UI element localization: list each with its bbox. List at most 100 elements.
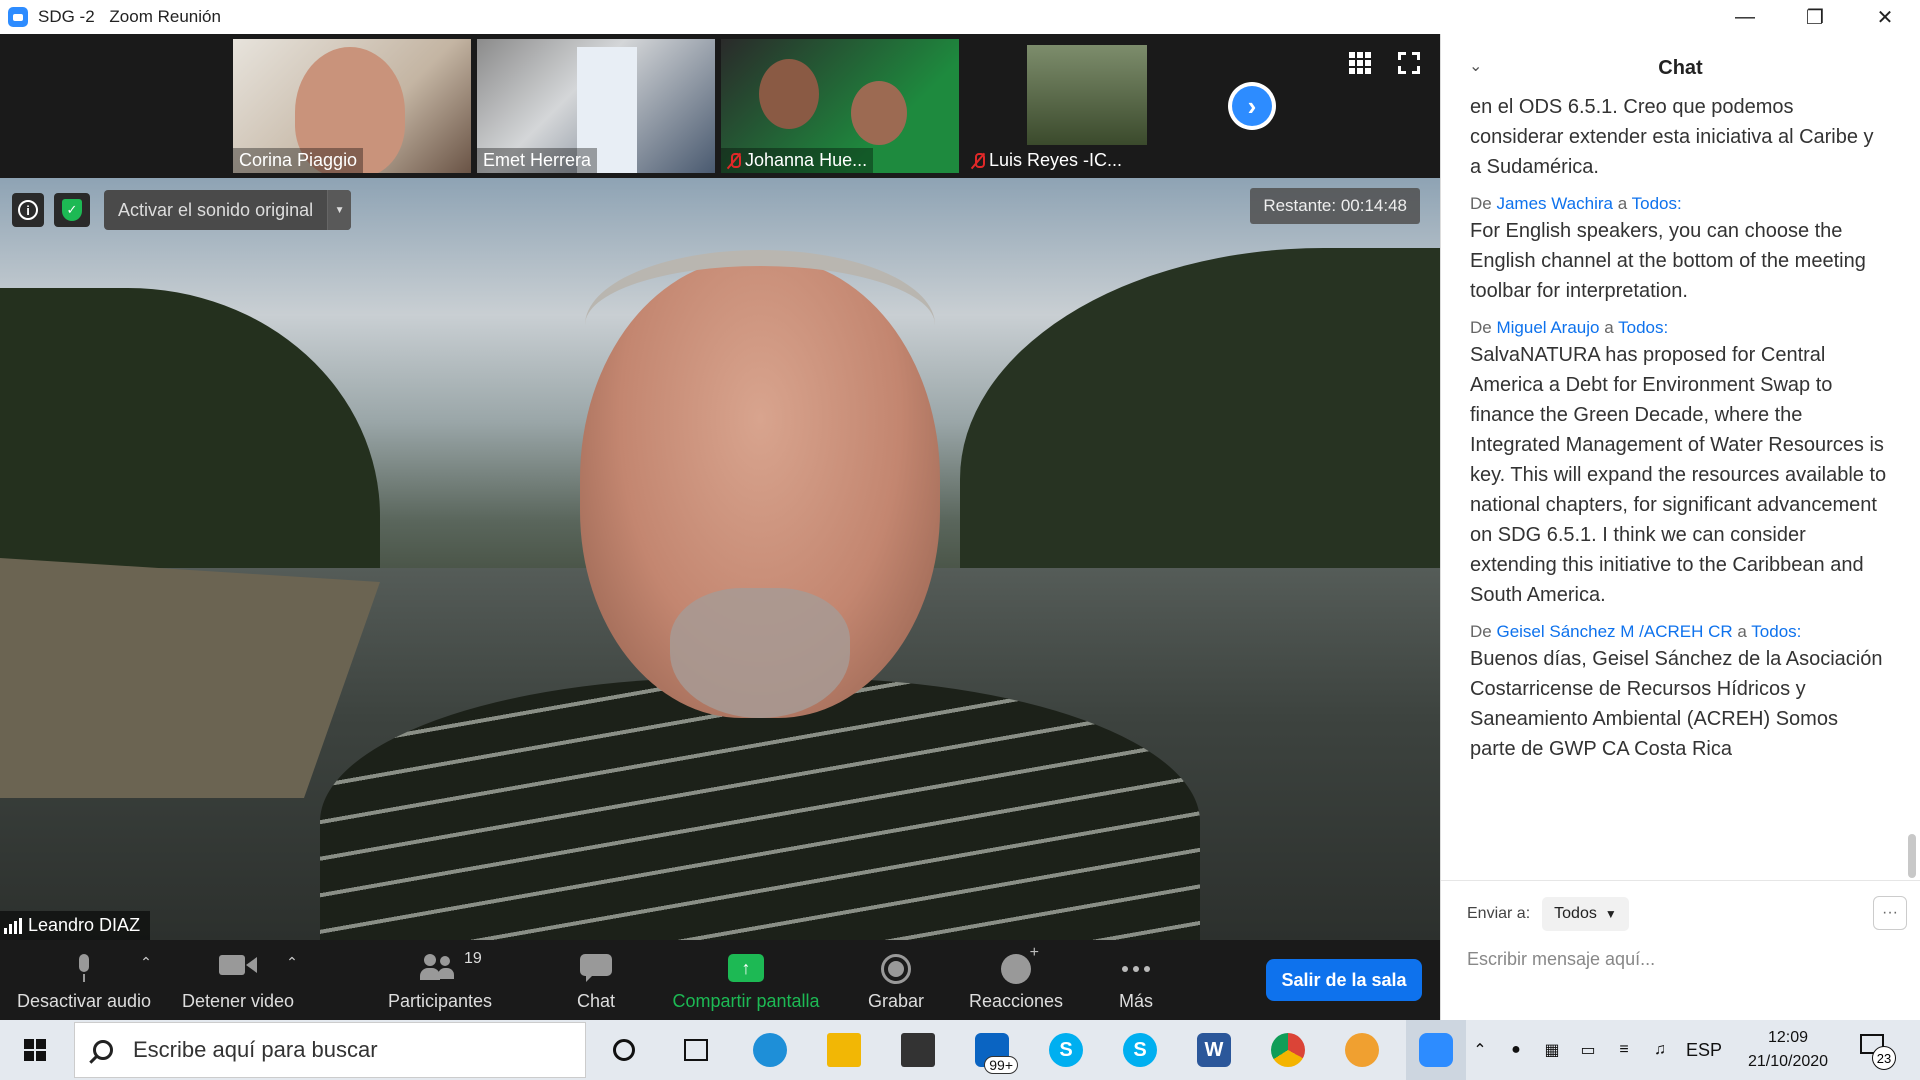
zoom-logo-icon (8, 7, 28, 27)
send-to-dropdown[interactable]: Todos ▼ (1542, 897, 1629, 931)
minimize-button[interactable]: — (1710, 0, 1780, 34)
sender-name[interactable]: James Wachira (1496, 194, 1613, 213)
mute-label: Desactivar audio (16, 991, 152, 1011)
meeting-toolbar: Desactivar audio ⌃ Detener video ⌃ 19 Pa… (0, 940, 1440, 1020)
divider (1441, 880, 1920, 881)
notification-count: 23 (1872, 1046, 1896, 1070)
taskbar-app-chrome[interactable] (1258, 1020, 1318, 1080)
paint-icon (1345, 1033, 1379, 1067)
leave-room-button[interactable]: Salir de la sala (1266, 959, 1422, 1001)
participant-tile-1[interactable]: Corina Piaggio (233, 39, 471, 173)
record-button[interactable]: Grabar (856, 940, 936, 1020)
participant-tile-4[interactable]: Luis Reyes -IC... (965, 39, 1203, 173)
store-icon (901, 1033, 935, 1067)
language-indicator[interactable]: ESP (1686, 1040, 1722, 1061)
video-options-button[interactable]: ⌃ (282, 940, 302, 1020)
taskbar-app-zoom[interactable] (1406, 1020, 1466, 1080)
close-button[interactable]: ✕ (1850, 0, 1920, 34)
battery-icon[interactable]: ▭ (1578, 1040, 1598, 1060)
skype-business-icon: S (1123, 1033, 1157, 1067)
message-text: Buenos días, Geisel Sánchez de la Asocia… (1470, 648, 1883, 760)
taskbar-app-word[interactable]: W (1184, 1020, 1244, 1080)
chat-more-options-button[interactable]: ··· (1873, 896, 1907, 930)
taskbar-app-skype[interactable]: S (1036, 1020, 1096, 1080)
recipient-name[interactable]: Todos: (1618, 318, 1668, 337)
volume-icon[interactable]: ♫ (1650, 1040, 1670, 1060)
record-label: Grabar (867, 991, 925, 1011)
message-text: en el ODS 6.5.1. Creo que podemos consid… (1470, 96, 1874, 178)
task-view-icon (684, 1039, 708, 1061)
next-page-button[interactable]: › (1228, 82, 1276, 130)
gallery-strip: Corina Piaggio Emet Herrera Johanna Hue.… (0, 34, 1440, 178)
taskbar-app-edge[interactable] (740, 1020, 800, 1080)
record-icon (881, 954, 911, 984)
chevron-up-icon: ⌃ (140, 954, 152, 970)
chevron-down-icon[interactable]: ▼ (327, 190, 352, 230)
participant-face (759, 59, 819, 129)
message-header: De Geisel Sánchez M /ACREH CR a Todos: (1470, 622, 1802, 641)
original-sound-toggle[interactable]: Activar el sonido original ▼ (104, 190, 352, 230)
audio-options-button[interactable]: ⌃ (136, 940, 156, 1020)
restore-button[interactable]: ❐ (1780, 0, 1850, 34)
security-button[interactable]: ✓ (54, 193, 90, 227)
chat-scrollbar[interactable] (1908, 834, 1916, 878)
participant-tile-3[interactable]: Johanna Hue... (721, 39, 959, 173)
chat-message-input[interactable] (1467, 944, 1887, 974)
taskbar-search-input[interactable] (133, 1037, 553, 1063)
taskbar-search[interactable] (74, 1022, 586, 1078)
fullscreen-icon[interactable] (1398, 52, 1420, 74)
collapse-chat-icon[interactable]: ⌄ (1469, 56, 1482, 76)
background-hill (960, 248, 1440, 578)
chat-message-list[interactable]: en el ODS 6.5.1. Creo que podemos consid… (1441, 92, 1911, 880)
dropbox-icon[interactable]: ▦ (1542, 1040, 1562, 1060)
speaker-name-tag: Leandro DIAZ (0, 911, 151, 940)
chat-button[interactable]: Chat (566, 940, 626, 1020)
taskbar-app-paint[interactable] (1332, 1020, 1392, 1080)
task-view-button[interactable] (666, 1020, 726, 1080)
sender-name[interactable]: Geisel Sánchez M /ACREH CR (1496, 622, 1732, 641)
clock[interactable]: 12:09 21/10/2020 (1740, 1026, 1836, 1074)
sender-name[interactable]: Miguel Araujo (1496, 318, 1599, 337)
participants-icon (420, 954, 456, 980)
taskbar-app-mail[interactable]: 99+ (962, 1020, 1022, 1080)
reactions-label: Reacciones (968, 991, 1064, 1011)
muted-mic-icon (971, 152, 985, 170)
taskbar-app-store[interactable] (888, 1020, 948, 1080)
notification-center-button[interactable]: 23 (1858, 1030, 1898, 1070)
chevron-down-icon: ▼ (1604, 907, 1617, 921)
cortana-button[interactable] (594, 1020, 654, 1080)
taskbar-app-explorer[interactable] (814, 1020, 874, 1080)
participant-name-2: Emet Herrera (477, 148, 598, 173)
participants-button[interactable]: 19 Participantes (382, 940, 498, 1020)
wifi-icon[interactable]: ≡ (1614, 1040, 1634, 1060)
participant-avatar (1027, 45, 1147, 145)
recipient-name[interactable]: Todos: (1632, 194, 1682, 213)
share-screen-button[interactable]: ↑ Compartir pantalla (666, 940, 826, 1020)
recipient-name[interactable]: Todos: (1751, 622, 1801, 641)
participants-count: 19 (464, 950, 482, 967)
camera-icon (219, 954, 257, 976)
chat-panel: ⌄ Chat en el ODS 6.5.1. Creo que podemos… (1440, 34, 1920, 1020)
speaker-hair (585, 250, 935, 400)
meeting-info-button[interactable]: i (12, 193, 44, 227)
chat-message-partial: en el ODS 6.5.1. Creo que podemos consid… (1470, 92, 1887, 182)
reactions-button[interactable]: Reacciones (966, 940, 1066, 1020)
taskbar-app-skype-business[interactable]: S (1110, 1020, 1170, 1080)
start-button[interactable] (0, 1020, 70, 1080)
video-overlay-controls: i ✓ Activar el sonido original ▼ (12, 190, 352, 230)
more-button[interactable]: Más (1106, 940, 1166, 1020)
chevron-up-icon[interactable]: ⌃ (1470, 1040, 1490, 1060)
gallery-view-icon[interactable] (1349, 52, 1371, 74)
participant-name-4: Luis Reyes -IC... (965, 148, 1128, 173)
microphone-icon (76, 954, 92, 982)
skype-icon: S (1049, 1033, 1083, 1067)
mute-button[interactable]: Desactivar audio (14, 940, 154, 1020)
share-label: Compartir pantalla (672, 991, 820, 1011)
chevron-right-icon: › (1247, 91, 1257, 121)
participant-tile-2[interactable]: Emet Herrera (477, 39, 715, 173)
microphone-icon[interactable]: ● (1506, 1040, 1526, 1060)
edge-icon (753, 1033, 787, 1067)
chat-message: De James Wachira a Todos: For English sp… (1470, 194, 1887, 306)
windows-logo-icon (24, 1039, 46, 1061)
chat-message: De Geisel Sánchez M /ACREH CR a Todos: B… (1470, 622, 1887, 764)
